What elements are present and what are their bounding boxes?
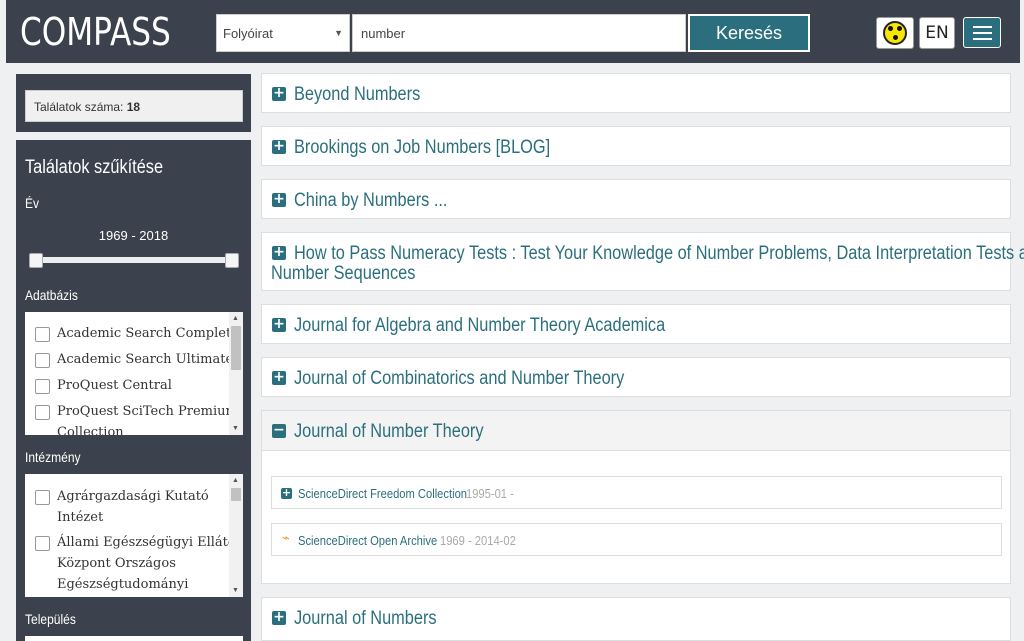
result-item[interactable]: + Journal for Algebra and Number Theory … — [261, 304, 1011, 344]
scroll-thumb[interactable] — [231, 488, 241, 501]
checkbox[interactable] — [35, 353, 50, 368]
database-option[interactable]: ProQuest Central — [25, 375, 243, 396]
checkbox[interactable] — [35, 405, 50, 420]
search-input[interactable]: number — [352, 14, 686, 52]
result-title[interactable]: China by Numbers ... — [294, 190, 447, 211]
source-item[interactable]: ⌁ ScienceDirect Open Archive 1969 - 2014… — [271, 523, 1002, 556]
database-option-label: ProQuest Central — [57, 378, 172, 393]
source-name[interactable]: ScienceDirect Freedom Collection — [298, 486, 467, 501]
scroll-up-icon[interactable]: ▲ — [232, 477, 239, 484]
database-option-label: Academic Search Complete — [57, 326, 239, 341]
expand-plus-icon[interactable]: + — [272, 192, 286, 207]
institution-list[interactable]: Agrárgazdasági Kutató Intézet Állami Egé… — [25, 474, 243, 597]
search-input-value: number — [361, 26, 406, 41]
database-option[interactable]: Academic Search Ultimate — [25, 349, 243, 370]
scroll-thumb[interactable] — [231, 326, 241, 370]
result-title[interactable]: Brookings on Job Numbers [BLOG] — [294, 137, 550, 158]
rss-icon[interactable]: ⌁ — [282, 531, 290, 546]
city-list[interactable] — [25, 636, 243, 641]
menu-button[interactable] — [963, 17, 1001, 48]
result-title[interactable]: Journal for Algebra and Number Theory Ac… — [294, 315, 665, 336]
compass-logo[interactable]: COMPASS — [20, 10, 171, 54]
checkbox[interactable] — [35, 379, 50, 394]
result-title[interactable]: Journal of Combinatorics and Number Theo… — [294, 368, 624, 389]
database-scrollbar[interactable]: ▲ ▼ — [229, 312, 243, 435]
collapse-minus-icon[interactable]: − — [272, 423, 286, 438]
result-title[interactable]: Journal of Numbers — [294, 608, 437, 629]
institution-option-label: Állami Egészségügyi Ellátó Központ Orszá… — [57, 535, 236, 592]
scroll-down-icon[interactable]: ▼ — [232, 587, 239, 594]
result-item[interactable]: + How to Pass Numeracy Tests : Test Your… — [261, 232, 1024, 291]
institution-scrollbar[interactable]: ▲ ▼ — [229, 474, 243, 597]
expand-plus-icon[interactable]: + — [272, 370, 286, 385]
checkbox[interactable] — [35, 490, 50, 505]
year-range: 1969 - 2018 — [98, 228, 169, 243]
institution-label: Intézmény — [25, 449, 81, 465]
source-date: 1969 - 2014-02 — [440, 533, 516, 548]
scroll-down-icon[interactable]: ▼ — [232, 425, 239, 432]
slider-track — [33, 257, 235, 263]
source-item[interactable]: + ScienceDirect Freedom Collection 1995-… — [271, 476, 1002, 509]
database-option-label: ProQuest SciTech Premium Collection — [57, 404, 238, 435]
accessibility-button[interactable] — [876, 17, 914, 49]
database-option[interactable]: ProQuest SciTech Premium Collection — [25, 401, 243, 435]
expand-plus-icon[interactable]: + — [272, 86, 286, 101]
results-count-label: Találatok száma: — [34, 100, 124, 114]
institution-option[interactable]: Állami Egészségügyi Ellátó Központ Orszá… — [25, 532, 243, 595]
year-label: Év — [25, 195, 40, 211]
slider-handle-min[interactable] — [29, 253, 43, 268]
year-slider[interactable] — [29, 253, 239, 268]
filter-panel: Találatok szűkítése Év 1969 - 2018 Adatb… — [16, 140, 251, 641]
result-item[interactable]: + Journal of Numbers — [261, 597, 1011, 641]
database-option-label: Academic Search Ultimate — [57, 352, 234, 367]
result-item[interactable]: + Beyond Numbers — [261, 73, 1011, 113]
source-date: 1995-01 - — [466, 486, 514, 501]
institution-option-label: Agrárgazdasági Kutató Intézet — [57, 489, 209, 525]
result-title[interactable]: Beyond Numbers — [294, 84, 420, 105]
expand-plus-icon[interactable]: + — [272, 139, 286, 154]
expand-plus-icon[interactable]: + — [272, 317, 286, 332]
result-item[interactable]: + Brookings on Job Numbers [BLOG] — [261, 126, 1011, 166]
slider-handle-max[interactable] — [225, 253, 239, 268]
search-button[interactable]: Keresés — [688, 14, 810, 52]
database-list[interactable]: Academic Search Complete Academic Search… — [25, 312, 243, 435]
plus-icon[interactable]: + — [281, 487, 292, 499]
top-header: COMPASS Folyóirat ▼ number Keresés EN — [6, 0, 1020, 63]
results-count-value: 18 — [126, 100, 141, 114]
search-type-select[interactable]: Folyóirat ▼ — [216, 14, 350, 52]
source-name[interactable]: ScienceDirect Open Archive — [298, 533, 437, 548]
database-label: Adatbázis — [25, 287, 78, 303]
checkbox[interactable] — [35, 327, 50, 342]
results-count-panel: Találatok száma: 18 — [16, 74, 251, 132]
hamburger-icon — [973, 26, 992, 28]
city-label: Település — [25, 611, 76, 627]
result-title[interactable]: How to Pass Numeracy Tests : Test Your K… — [294, 243, 1024, 264]
result-item[interactable]: + China by Numbers ... — [261, 179, 1011, 219]
filter-title: Találatok szűkítése — [25, 157, 164, 178]
language-button[interactable]: EN — [919, 17, 955, 49]
expand-plus-icon[interactable]: + — [272, 245, 286, 260]
result-header[interactable]: − Journal of Number Theory — [262, 411, 1010, 451]
chevron-down-icon: ▼ — [334, 28, 343, 38]
checkbox[interactable] — [35, 536, 50, 551]
database-option[interactable]: Academic Search Complete — [25, 323, 243, 344]
result-title[interactable]: Journal of Number Theory — [294, 421, 484, 442]
accessibility-icon — [883, 21, 907, 45]
search-type-value: Folyóirat — [223, 26, 273, 41]
result-item[interactable]: + Journal of Combinatorics and Number Th… — [261, 357, 1011, 397]
scroll-up-icon[interactable]: ▲ — [232, 315, 239, 322]
results-count: Találatok száma: 18 — [25, 90, 243, 122]
expand-plus-icon[interactable]: + — [272, 610, 286, 625]
institution-option[interactable]: Agrárgazdasági Kutató Intézet — [25, 486, 243, 528]
result-title-continued[interactable]: Number Sequences — [271, 263, 415, 284]
